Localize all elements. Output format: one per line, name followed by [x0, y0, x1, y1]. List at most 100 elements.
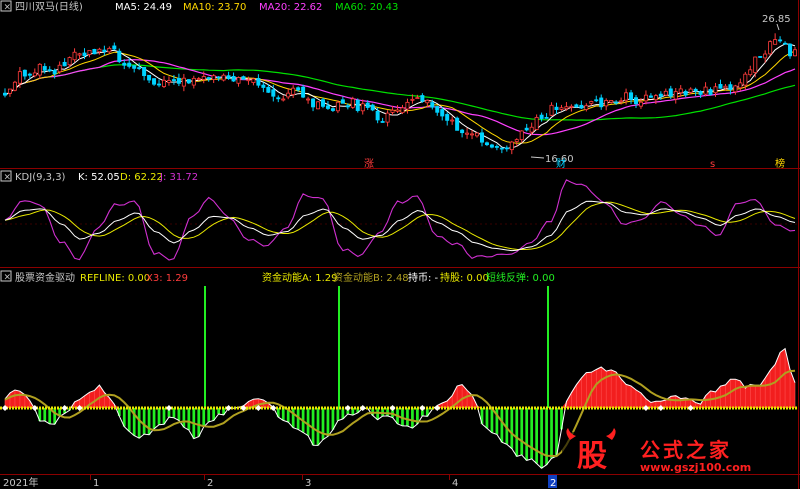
fund-bar-negative [152, 408, 156, 429]
fund-a-value: 资金动能A: 1.29 [262, 271, 337, 284]
candle-body [663, 90, 668, 96]
high-price-label: 26.85 [762, 14, 791, 25]
date-label-year: 2021年 [3, 476, 38, 489]
fund-bar-negative [207, 408, 211, 422]
candle-body [509, 141, 514, 151]
candle-body [77, 53, 82, 56]
candle-body [92, 48, 97, 55]
candle-body [465, 132, 470, 135]
candle-body [112, 45, 117, 50]
candle-body [450, 119, 455, 122]
candle-body [335, 101, 340, 112]
ma20-value: MA20: 22.62 [259, 2, 322, 13]
candle-body [743, 73, 748, 86]
kdj-d-value: D: 62.22 [120, 172, 163, 183]
candle-body [375, 110, 380, 121]
candle-body [211, 75, 216, 80]
candle-body [22, 69, 27, 77]
date-label-cursor: 2 [550, 478, 556, 489]
candle-body [276, 97, 281, 100]
candle-body [330, 108, 335, 111]
fund-bar-negative [187, 408, 191, 430]
candle-body [7, 88, 12, 94]
candle-body [286, 92, 291, 98]
price-title: 四川双马(日线) [15, 0, 83, 13]
candle-body [380, 121, 385, 123]
fund-bar-negative [157, 408, 161, 425]
candle-body [554, 106, 559, 110]
watermark-url: www.gszj100.com [640, 461, 751, 474]
candle-body [609, 100, 614, 103]
candle-body [67, 57, 72, 66]
fund-bar-negative [202, 408, 206, 427]
candle-body [549, 104, 554, 116]
candle-body [788, 43, 793, 57]
fund-bar-negative [331, 408, 335, 430]
fund-title: 股票资金驱动 [15, 271, 75, 284]
date-label-month: 3 [305, 478, 311, 489]
stock-chart: × 四川双马(日线) MA5: 24.49 MA10: 23.70 MA20: … [0, 0, 800, 489]
ma5-value: MA5: 24.49 [115, 2, 172, 13]
candle-body [614, 101, 619, 104]
candle-body [519, 130, 524, 141]
candle-body [281, 98, 286, 101]
fund-bar-negative [137, 408, 141, 439]
fund-bar-negative [53, 408, 57, 425]
candle-body [107, 47, 112, 53]
candle-body [445, 114, 450, 121]
candle-body [484, 142, 489, 146]
candle-body [579, 104, 584, 109]
candle-body [157, 83, 162, 86]
candle-body [176, 77, 181, 84]
fund-bar-negative [550, 408, 553, 459]
candle-body [624, 92, 629, 101]
candle-body [266, 86, 271, 93]
candle-body [475, 132, 480, 137]
fund-bar-negative [336, 408, 340, 421]
candle-body [261, 84, 266, 88]
candle-body [793, 49, 798, 57]
candle-body [355, 99, 360, 111]
fund-bar-negative [177, 408, 181, 421]
fund-legend: × 股票资金驱动 REFLINE: 0.00 X3: 1.29 资金动能A: 1… [0, 270, 555, 284]
fund-bar-negative [530, 408, 534, 459]
candle-body [569, 105, 574, 108]
candle-body [316, 101, 321, 110]
fund-bar-negative [490, 408, 494, 433]
fund-bar-negative [525, 408, 529, 461]
candle-body [703, 86, 708, 95]
candle-body [673, 91, 678, 100]
candle-body [599, 97, 604, 108]
price-legend: × 四川双马(日线) MA5: 24.49 MA10: 23.70 MA20: … [0, 0, 398, 13]
fund-collapse-glyph: × [4, 273, 12, 283]
candle-body [137, 67, 142, 70]
candle-body [360, 103, 365, 112]
fund-bar-negative [197, 408, 201, 437]
candle-body [147, 74, 152, 81]
candle-body [494, 146, 499, 148]
candle-body [559, 107, 564, 110]
candle-body [713, 86, 718, 94]
event-marker-s: s [710, 159, 715, 170]
candle-body [236, 77, 241, 84]
candle-body [733, 85, 738, 93]
fund-bar-negative [291, 408, 295, 428]
fund-bar-negative [182, 408, 186, 428]
candle-body [271, 89, 276, 97]
candle-body [440, 109, 445, 117]
watermark-char: 股 [577, 439, 607, 474]
candle-body [773, 39, 778, 45]
candle-body [634, 97, 639, 105]
candle-body [718, 84, 723, 89]
candle-body [47, 69, 52, 72]
candle-body [589, 101, 594, 104]
x3-value: X3: 1.29 [146, 273, 188, 284]
candle-body [32, 72, 37, 77]
candle-body [499, 147, 504, 150]
candle-body [256, 78, 261, 86]
rebound-value: 短线反弹: 0.00 [486, 271, 555, 284]
candle-body [395, 109, 400, 112]
candle-body [251, 78, 256, 83]
candle-body [753, 56, 758, 73]
fund-bar-negative [520, 408, 524, 455]
